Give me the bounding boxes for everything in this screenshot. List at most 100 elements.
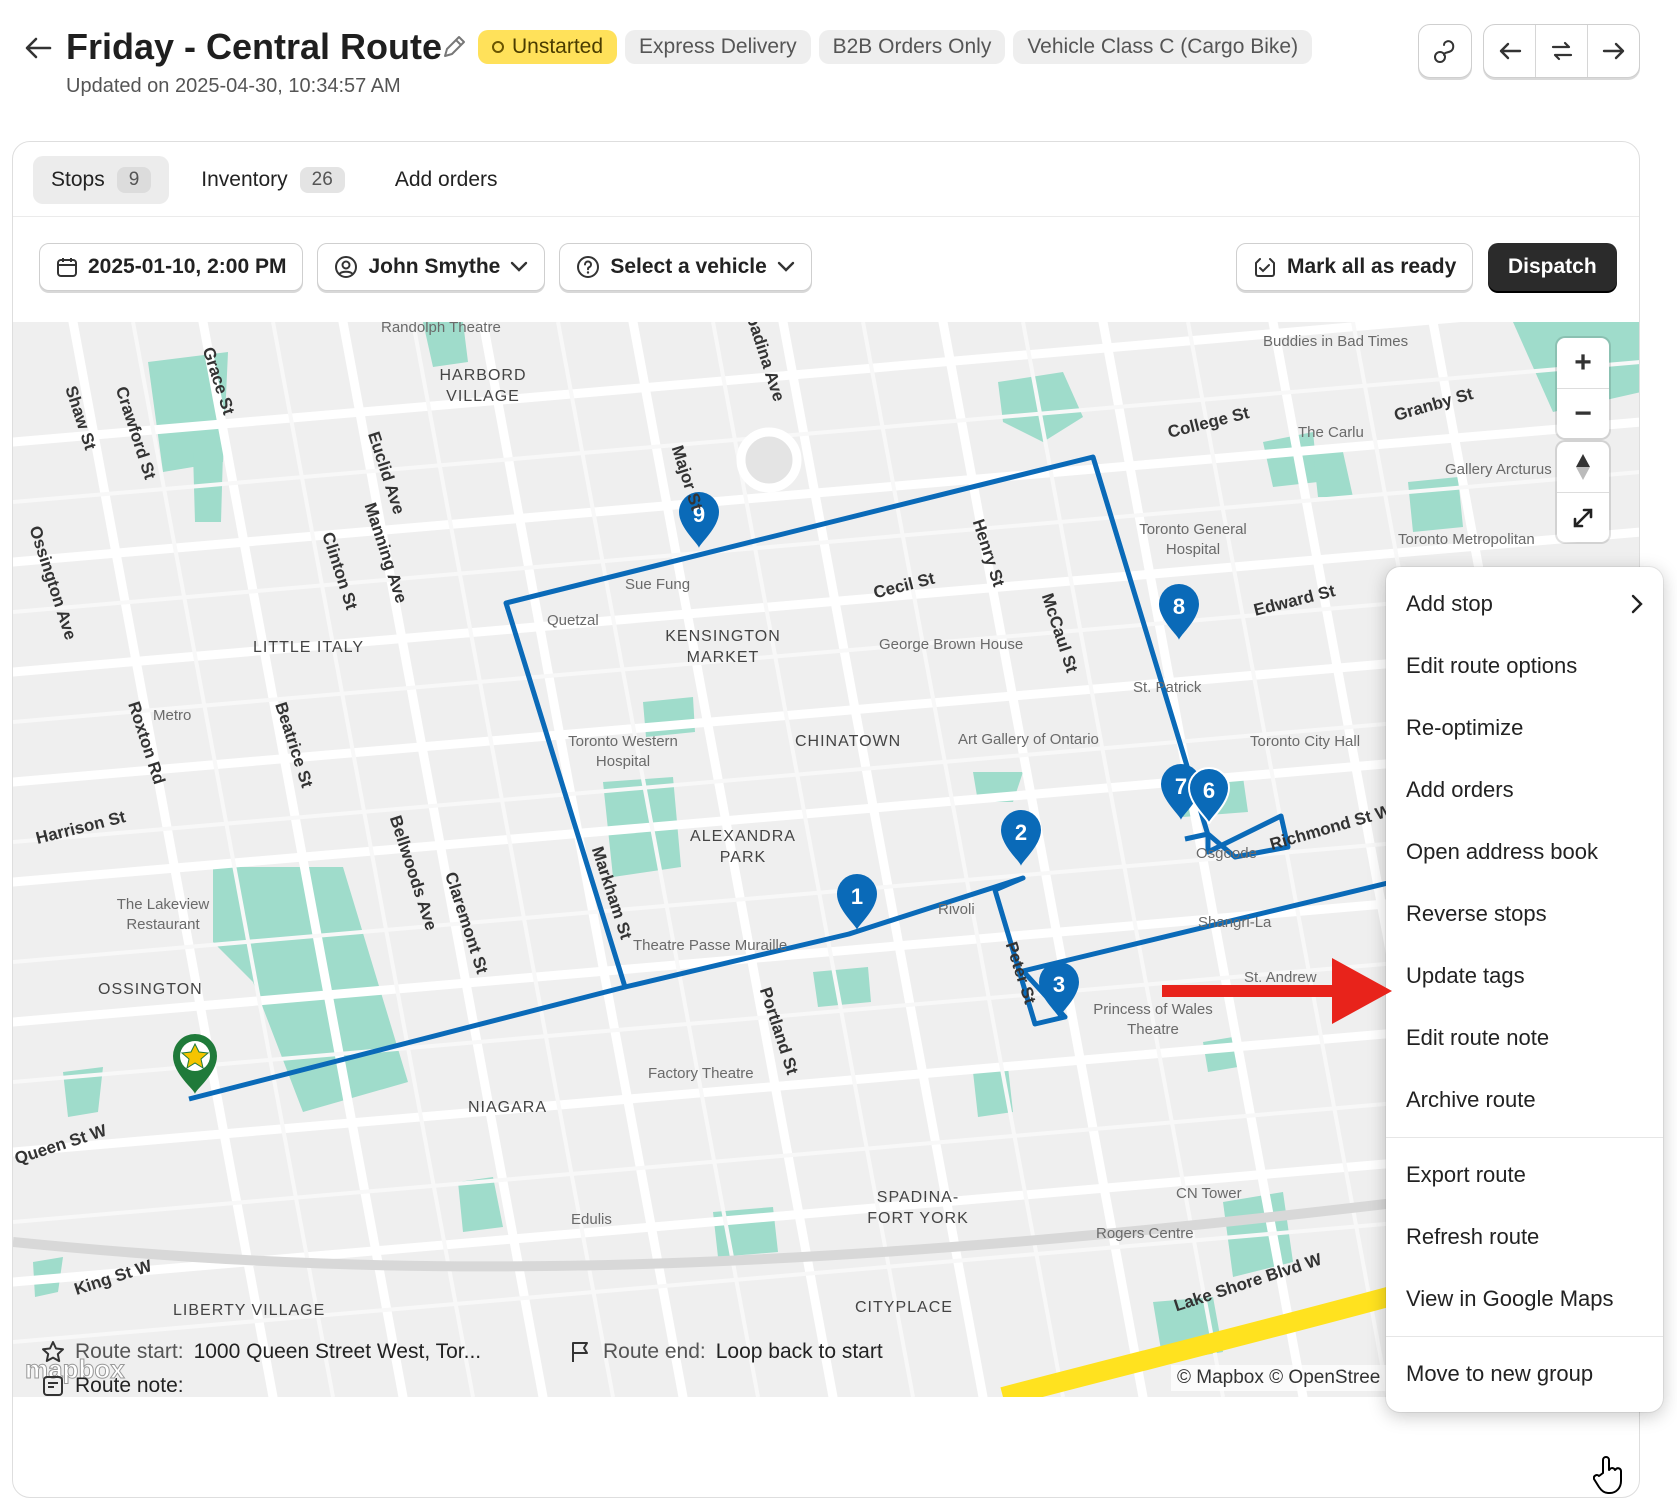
- route-end-value: Loop back to start: [715, 1340, 883, 1363]
- tab-stops[interactable]: Stops 9: [33, 156, 170, 204]
- neighbourhood-label: SPADINA-FORT YORK: [867, 1189, 969, 1227]
- poi-label: The Carlu: [1298, 424, 1364, 441]
- status-dot-icon: [492, 41, 504, 53]
- tag: Vehicle Class C (Cargo Bike): [1013, 30, 1313, 64]
- poi-label: Toronto Western Hospital: [568, 733, 678, 770]
- neighbourhood-label: CITYPLACE: [855, 1299, 953, 1316]
- poi-label: Rogers Centre: [1096, 1225, 1194, 1242]
- fullscreen-button[interactable]: [1557, 492, 1609, 542]
- menu-item-open-address-book[interactable]: Open address book: [1386, 821, 1663, 883]
- back-button[interactable]: [20, 30, 56, 66]
- menu-item-archive-route[interactable]: Archive route: [1386, 1069, 1663, 1131]
- route-end-row: Route end: Loop back to start: [569, 1340, 883, 1364]
- stop-number: 7: [1175, 774, 1187, 799]
- poi-label: Theatre Passe Muraille: [633, 937, 788, 954]
- mark-all-ready-button[interactable]: Mark all as ready: [1236, 243, 1474, 291]
- route-start-value: 1000 Queen Street West, Tor...: [193, 1340, 482, 1363]
- route-header: Friday - Central Route Unstarted Express…: [0, 0, 1677, 130]
- driver-select[interactable]: John Smythe: [317, 243, 546, 291]
- orientation-control: [1557, 442, 1609, 542]
- zoom-in-button[interactable]: +: [1557, 338, 1609, 388]
- calendar-icon: [57, 258, 77, 277]
- poi-label: Metro: [153, 707, 192, 724]
- menu-item-add-stop[interactable]: Add stop: [1386, 573, 1663, 635]
- poi-label: Toronto General Hospital: [1139, 521, 1247, 558]
- map-attribution[interactable]: © Mapbox © OpenStree: [1171, 1365, 1387, 1391]
- menu-item-export-route[interactable]: Export route: [1386, 1144, 1663, 1206]
- tag: Express Delivery: [625, 30, 811, 64]
- stop-marker-8[interactable]: 8: [1159, 584, 1199, 640]
- neighbourhood-label: LITTLE ITALY: [253, 639, 364, 656]
- checklist-icon: [1255, 258, 1275, 277]
- poi-label: Quetzal: [547, 612, 599, 629]
- tag: B2B Orders Only: [818, 30, 1006, 64]
- hand-cursor-icon: [1593, 1456, 1622, 1494]
- poi-label: Shangri-La: [1198, 914, 1272, 931]
- question-circle-icon: [577, 256, 600, 278]
- stop-marker-6[interactable]: 6: [1187, 767, 1231, 825]
- menu-item-refresh-route[interactable]: Refresh route: [1386, 1206, 1663, 1268]
- switch-route-button[interactable]: [1536, 25, 1588, 77]
- poi-label: The Lakeview Restaurant: [116, 896, 210, 933]
- menu-item-reverse-stops[interactable]: Reverse stops: [1386, 883, 1663, 945]
- stop-marker-1[interactable]: 1: [837, 874, 877, 930]
- optimize-button[interactable]: [1418, 24, 1472, 78]
- menu-item-edit-route-note[interactable]: Edit route note: [1386, 1007, 1663, 1069]
- chevron-down-icon: [511, 261, 528, 272]
- zoom-out-button[interactable]: −: [1557, 388, 1609, 438]
- poi-label: St. Patrick: [1133, 679, 1202, 696]
- stop-marker-3[interactable]: 3: [1039, 962, 1079, 1018]
- note-icon: [43, 1376, 63, 1396]
- tab-bar: Stops 9 Inventory 26 Add orders: [33, 156, 516, 204]
- arrow-left-icon: [1499, 42, 1521, 60]
- poi-label: Toronto City Hall: [1250, 733, 1361, 750]
- chevron-right-icon: [1631, 594, 1643, 614]
- menu-item-edit-route-options[interactable]: Edit route options: [1386, 635, 1663, 697]
- route-note-row[interactable]: Route note:: [41, 1374, 184, 1398]
- poi-label: Rivoli: [938, 901, 975, 918]
- neighbourhood-label: OSSINGTON: [98, 981, 203, 998]
- route-start-label: Route start:: [75, 1340, 184, 1363]
- menu-item-add-orders[interactable]: Add orders: [1386, 759, 1663, 821]
- poi-label: George Brown House: [879, 636, 1024, 653]
- stop-marker-2[interactable]: 2: [1001, 810, 1041, 866]
- menu-item-re-optimize[interactable]: Re-optimize: [1386, 697, 1663, 759]
- menu-item-update-tags[interactable]: Update tags: [1386, 945, 1663, 1007]
- zoom-control: + −: [1557, 338, 1609, 438]
- route-icon: [1434, 40, 1455, 63]
- route-tags: Unstarted Express Delivery B2B Orders On…: [478, 30, 1313, 64]
- divider: [13, 216, 1639, 217]
- poi-label: Factory Theatre: [648, 1065, 754, 1082]
- date-picker[interactable]: 2025-01-10, 2:00 PM: [39, 243, 304, 291]
- star-icon: [42, 1341, 64, 1363]
- compass-button[interactable]: [1557, 442, 1609, 492]
- menu-divider: [1386, 1137, 1663, 1138]
- route-note-label: Route note:: [75, 1374, 184, 1397]
- stop-number: 6: [1203, 778, 1215, 803]
- neighbourhood-label: CHINATOWN: [795, 733, 902, 750]
- menu-item-view-in-google-maps[interactable]: View in Google Maps: [1386, 1268, 1663, 1330]
- menu-item-move-to-new-group[interactable]: Move to new group: [1386, 1343, 1663, 1405]
- flag-icon: [572, 1342, 588, 1362]
- vehicle-select[interactable]: Select a vehicle: [559, 243, 812, 291]
- neighbourhood-label: ALEXANDRA PARK: [690, 828, 796, 866]
- route-start-marker[interactable]: [173, 1034, 217, 1094]
- expand-icon: [1573, 508, 1593, 527]
- tab-add-orders[interactable]: Add orders: [377, 156, 516, 204]
- poi-label: Art Gallery of Ontario: [958, 731, 1099, 748]
- annotation-arrow-icon: [1162, 958, 1392, 1024]
- neighbourhood-label: LIBERTY VILLAGE: [173, 1302, 326, 1319]
- tab-inventory[interactable]: Inventory 26: [183, 156, 363, 204]
- updated-timestamp: Updated on 2025-04-30, 10:34:57 AM: [66, 75, 401, 97]
- route-start-row: Route start: 1000 Queen Street West, Tor…: [41, 1340, 481, 1364]
- poi-label: Sue Fung: [625, 576, 691, 593]
- pencil-icon[interactable]: [440, 33, 470, 63]
- page-title: Friday - Central Route: [66, 26, 443, 67]
- poi-label: Osgoode: [1196, 845, 1257, 862]
- previous-route-button[interactable]: [1484, 25, 1536, 77]
- stop-number: 3: [1053, 972, 1065, 997]
- dispatch-button[interactable]: Dispatch: [1488, 243, 1617, 291]
- next-route-button[interactable]: [1588, 25, 1639, 77]
- poi-label: Randolph Theatre: [381, 322, 501, 336]
- compass-icon: [1576, 454, 1590, 480]
